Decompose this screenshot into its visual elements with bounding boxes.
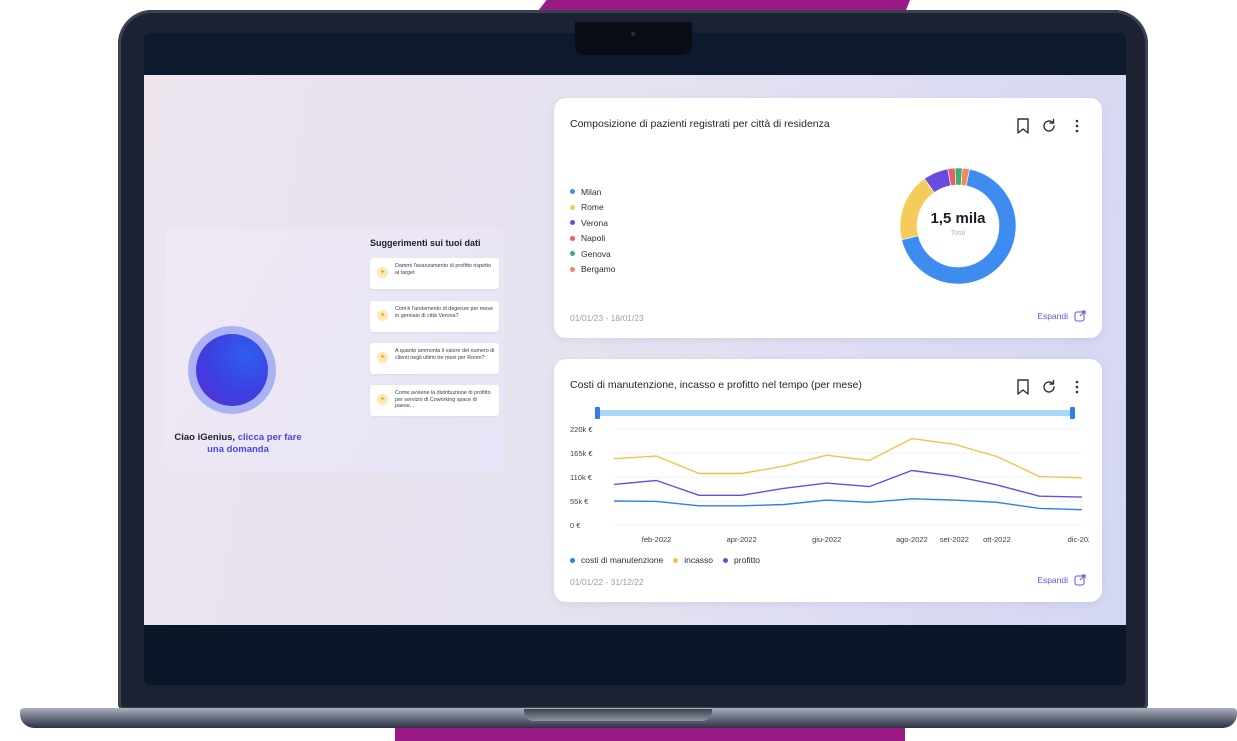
suggestion-text: Com'è l'andamento di degenze per mese in… (395, 306, 493, 319)
y-tick-label: 110k € (570, 473, 593, 482)
bottom-strip (144, 625, 1126, 685)
bookmark-icon[interactable] (1014, 378, 1032, 396)
app-workspace: Ciao iGenius, clicca per fare una domand… (144, 75, 1126, 625)
legend-dot (570, 235, 575, 241)
legend-dot (570, 220, 575, 226)
x-tick-label: set-2022 (940, 535, 969, 544)
legend-label: Milan (581, 186, 602, 197)
card-title: Costi di manutenzione, incasso e profitt… (570, 379, 862, 391)
lightbulb-icon: ✦ (377, 352, 388, 363)
x-tick-label: apr-2022 (727, 535, 757, 544)
card-title: Composizione di pazienti registrati per … (570, 118, 830, 130)
legend-item[interactable]: Bergamo (570, 262, 616, 278)
greeting-text: Ciao iGenius, (174, 432, 236, 443)
suggestion-card[interactable]: ✦ A quanto ammonta il valore del numero … (370, 343, 499, 374)
y-tick-label: 220k € (570, 425, 593, 434)
assistant-panel: Ciao iGenius, clicca per fare una domand… (166, 229, 504, 471)
legend-item[interactable]: costi di manutenzione (570, 555, 663, 565)
card-actions (1014, 378, 1086, 396)
legend-item[interactable]: Genova (570, 246, 616, 262)
donut-chart: 1,5 mila Total (888, 156, 1028, 296)
legend-item[interactable]: Napoli (570, 231, 616, 247)
legend-label: profitto (734, 555, 761, 565)
legend-item[interactable]: incasso (673, 555, 713, 565)
x-tick-label: ago-2022 (896, 535, 928, 544)
time-range-slider (598, 410, 1073, 416)
expand-button[interactable]: Espandi (1037, 574, 1086, 586)
card-actions (1014, 117, 1086, 135)
laptop-groove (524, 709, 712, 721)
expand-button[interactable]: Espandi (1037, 310, 1086, 322)
suggestion-card[interactable]: ✦ Com'è l'andamento di degenze per mese … (370, 301, 499, 332)
range-handle-left[interactable] (595, 407, 600, 419)
assistant-greeting[interactable]: Ciao iGenius, clicca per fare una domand… (173, 432, 303, 456)
patients-composition-card: Composizione di pazienti registrati per … (554, 98, 1102, 338)
series-line-costi-di-manutenzione (613, 498, 1083, 511)
legend-label: Rome (581, 202, 604, 213)
legend-label: incasso (684, 555, 714, 565)
line-chart: 220k € 165k € 110k € 55k € 0 € feb-2022 apr-20… (570, 407, 1089, 544)
legend-label: Genova (581, 248, 611, 259)
camera-notch (575, 22, 692, 55)
legend-dot (723, 557, 729, 563)
legend-item[interactable]: Milan (570, 184, 616, 200)
date-range: 01/01/22 - 31/12/22 (570, 577, 644, 587)
suggestion-text: Come avviene la distribuzione di profitt… (395, 390, 491, 409)
donut-legend: Milan Rome Verona Napoli Genova Bergamo (570, 184, 616, 277)
legend-label: Verona (581, 217, 608, 228)
decorative-shape-bottom (395, 728, 905, 741)
legend-label: costi di manutenzione (581, 555, 664, 565)
donut-total-label: Total (950, 230, 966, 237)
suggestion-text: Dammi l'avanzamento di profitto rispetto… (395, 263, 492, 276)
assistant-orb-button[interactable] (188, 326, 276, 414)
legend-item[interactable]: Rome (570, 200, 616, 216)
series-line-profitto (613, 469, 1083, 498)
suggestion-card[interactable]: ✦ Dammi l'avanzamento di profitto rispet… (370, 258, 499, 289)
lightbulb-icon: ✦ (377, 267, 388, 278)
more-options-icon[interactable] (1068, 117, 1086, 135)
costs-revenue-profit-card: Costi di manutenzione, incasso e profitt… (554, 359, 1102, 602)
legend-dot (570, 189, 575, 195)
more-options-icon[interactable] (1068, 378, 1086, 396)
camera-icon (631, 32, 635, 36)
suggestion-text: A quanto ammonta il valore del numero di… (395, 348, 495, 361)
refresh-icon[interactable] (1040, 117, 1058, 135)
external-link-icon (1074, 310, 1086, 322)
donut-total-value: 1,5 mila (930, 210, 986, 227)
legend-dot (570, 251, 575, 257)
bookmark-icon[interactable] (1014, 117, 1032, 135)
refresh-icon[interactable] (1040, 378, 1058, 396)
x-tick-label: dic-2022 (1068, 535, 1089, 544)
y-tick-label: 165k € (570, 449, 593, 458)
legend-dot (673, 557, 679, 563)
series-line-incasso (613, 437, 1083, 479)
laptop-screen: Ciao iGenius, clicca per fare una domand… (144, 33, 1126, 685)
x-tick-label: giu-2022 (812, 535, 841, 544)
lightbulb-icon: ✦ (377, 394, 388, 405)
y-tick-label: 55k € (570, 497, 589, 506)
legend-item[interactable]: Verona (570, 215, 616, 231)
expand-label: Espandi (1037, 575, 1068, 585)
legend-dot (570, 204, 575, 210)
y-tick-label: 0 € (570, 521, 581, 530)
legend-label: Napoli (581, 233, 606, 244)
date-range: 01/01/23 - 18/01/23 (570, 313, 644, 323)
legend-dot (570, 557, 575, 563)
range-handle-right[interactable] (1070, 407, 1075, 419)
legend-label: Bergamo (581, 264, 616, 275)
x-tick-label: feb-2022 (642, 535, 672, 544)
suggestion-card[interactable]: ✦ Come avviene la distribuzione di profi… (370, 385, 499, 416)
suggestions-title: Suggerimenti sui tuoi dati (370, 238, 481, 248)
legend-item[interactable]: profitto (723, 555, 760, 565)
line-legend: costi di manutenzione incasso profitto (570, 555, 760, 565)
orb-icon (196, 334, 268, 406)
lightbulb-icon: ✦ (377, 310, 388, 321)
legend-dot (570, 266, 575, 272)
external-link-icon (1074, 574, 1086, 586)
expand-label: Espandi (1037, 311, 1068, 321)
x-tick-label: ott-2022 (983, 535, 1011, 544)
